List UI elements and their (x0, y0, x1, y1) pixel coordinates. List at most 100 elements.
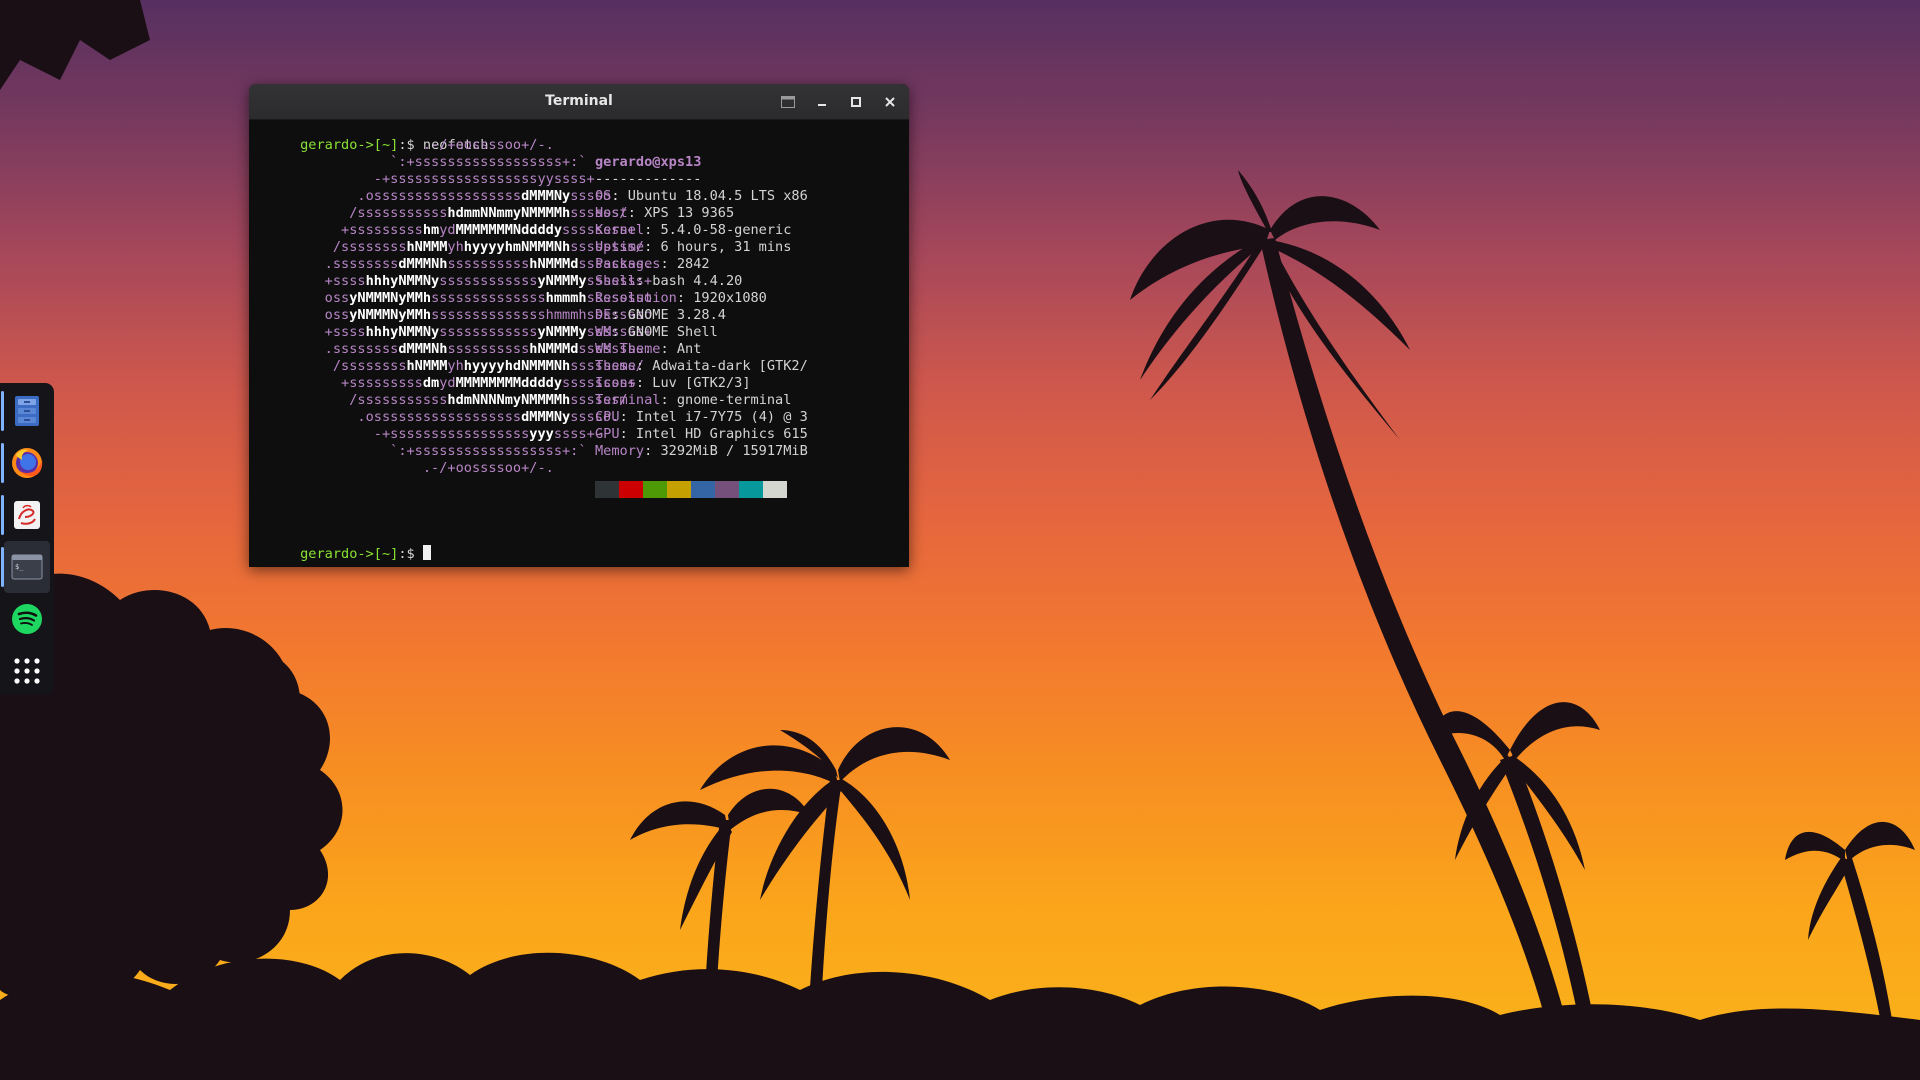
info-label: Icons (595, 375, 636, 391)
ascii-segment: yNMMMNyMMh (349, 290, 432, 306)
info-label: Terminal (595, 392, 661, 408)
color-swatch (691, 481, 715, 498)
ascii-segment: -+sssssssssssssssss (251, 426, 530, 442)
minimize-button[interactable] (814, 94, 830, 110)
info-label: Theme (595, 358, 636, 374)
ascii-line: +sssshhhyNMMNyssssssssssssyNMMMysssssss+ (251, 273, 652, 290)
info-value: : 1920x1080 (676, 290, 767, 306)
ascii-segment: -+ssssssssssssssssssyyssss+- (251, 171, 603, 187)
ascii-segment: yh (447, 239, 464, 255)
ascii-line: ossyNMMMNyMMhsssssssssssssshmmmhssssssso (251, 307, 652, 324)
ascii-segment: MMMMMMMMddddy (455, 375, 563, 391)
ascii-segment: ssssssssss (447, 256, 530, 272)
info-label: Uptime (595, 239, 645, 255)
info-label: WM Theme (595, 341, 661, 357)
ascii-segment: ssssssssssss (439, 324, 538, 340)
info-label: Host (595, 205, 628, 221)
info-row: Theme: Adwaita-dark [GTK2/ (595, 358, 808, 375)
ascii-line: /ssssssssssshdmmNNmmyNMMMMhssssss/ (251, 205, 627, 222)
ascii-segment: .-/+oossssoo+/-. (251, 137, 554, 153)
ascii-segment: yh (447, 358, 464, 374)
ascii-line: +ssssssssshmydMMMMMMMNddddyssssssss+ (251, 222, 636, 239)
new-tab-button[interactable] (780, 94, 796, 110)
terminal-icon: $_ (11, 554, 43, 580)
ascii-line: `:+ssssssssssssssssss+:` (251, 443, 586, 460)
ascii-line: -+ssssssssssssssssssyyssss+- (251, 171, 603, 188)
ascii-segment: MMMMMMMNddddy (455, 222, 563, 238)
color-swatch (595, 481, 619, 498)
window-titlebar[interactable]: Terminal (249, 84, 909, 120)
dock-item-terminal[interactable]: $_ (1, 541, 50, 593)
dock-item-show-applications[interactable] (0, 645, 54, 697)
color-swatch (739, 481, 763, 498)
info-label: Shell (595, 273, 636, 289)
info-row: Host: XPS 13 9365 (595, 205, 734, 222)
prompt-arrow: -> (357, 546, 374, 562)
ascii-segment: hNMMM (406, 239, 448, 255)
color-swatch (667, 481, 691, 498)
ascii-segment: ssssssssssssss (431, 290, 546, 306)
info-row: CPU: Intel i7-7Y75 (4) @ 3 (595, 409, 808, 426)
info-row: Packages: 2842 (595, 256, 710, 273)
dock-item-spotify[interactable] (0, 593, 54, 645)
info-label: Memory (595, 443, 645, 459)
info-value: : Adwaita-dark [GTK2/ (635, 358, 808, 374)
terminal-output[interactable]: gerardo->[~]:$ neofetch .-/+oossssoo+/-.… (249, 120, 909, 567)
info-row: WM Theme: Ant (595, 341, 701, 358)
ascii-segment: +ssss (251, 324, 366, 340)
ascii-segment: .ssssssss (251, 256, 399, 272)
terminal-window[interactable]: Terminal gerardo->[~]:$ neofetch .-/+oos… (249, 84, 909, 567)
ascii-segment: hdmmNNmmyNMMMMh (447, 205, 571, 221)
files-icon (15, 396, 39, 426)
info-value: : GNOME Shell (611, 324, 718, 340)
dock-item-firefox[interactable] (0, 437, 54, 489)
info-value: : gnome-terminal (660, 392, 792, 408)
info-label: DE (595, 307, 612, 323)
prompt-line[interactable]: gerardo->[~]:$ (251, 528, 431, 562)
info-value: : 3292MiB / 15917MiB (644, 443, 808, 459)
info-row: Terminal: gnome-terminal (595, 392, 791, 409)
info-row: Kernel: 5.4.0-58-generic (595, 222, 791, 239)
info-label: Packages (595, 256, 661, 272)
spotify-icon (12, 604, 42, 634)
ascii-segment: hm (422, 222, 440, 238)
ascii-line: .ssssssssdMMMNhsssssssssshNMMMdssssssss. (251, 341, 652, 358)
ascii-segment: hyyyyhmNMMMNh (463, 239, 571, 255)
dock-item-document-viewer[interactable] (0, 489, 54, 541)
info-row: OS: Ubuntu 18.04.5 LTS x86 (595, 188, 808, 205)
show-apps-icon (14, 658, 40, 684)
ascii-segment: oss (251, 290, 350, 306)
info-value: : GNOME 3.28.4 (611, 307, 726, 323)
ascii-segment: yd (439, 222, 456, 238)
info-row: Memory: 3292MiB / 15917MiB (595, 443, 808, 460)
close-icon (885, 97, 895, 107)
close-button[interactable] (882, 94, 898, 110)
ascii-segment: hNMMMd (529, 341, 579, 357)
info-label: OS (595, 188, 612, 204)
ascii-segment: dMMMNy (521, 188, 571, 204)
dock: $_ (0, 383, 54, 695)
ascii-segment: .ossssssssssssssssss (251, 188, 522, 204)
minimize-icon (818, 104, 826, 106)
ascii-segment: dMMMNy (521, 409, 571, 425)
ascii-line: .ossssssssssssssssssdMMMNysssso. (251, 409, 619, 426)
ascii-segment: ssssssssss (447, 341, 530, 357)
ascii-segment: /ssssssss (251, 358, 407, 374)
tab-icon (781, 96, 795, 108)
info-row: WM: GNOME Shell (595, 324, 718, 341)
prompt-symbol: :$ (398, 546, 423, 562)
color-swatch (763, 481, 787, 498)
dock-item-files[interactable] (0, 385, 54, 437)
info-value: : Ubuntu 18.04.5 LTS x86 (611, 188, 808, 204)
ascii-segment: hmmmh (545, 290, 587, 306)
info-row: Resolution: 1920x1080 (595, 290, 767, 307)
ascii-segment: yNMMMNyMMh (349, 307, 432, 323)
color-swatch (619, 481, 643, 498)
info-label: Resolution (595, 290, 677, 306)
color-swatch (715, 481, 739, 498)
ascii-segment: .ssssssss (251, 341, 399, 357)
ascii-segment: /sssssssssss (251, 205, 448, 221)
maximize-button[interactable] (848, 94, 864, 110)
info-separator: ------------- (595, 171, 702, 187)
ascii-line: ossyNMMMNyMMhsssssssssssssshmmmhssssssso (251, 290, 652, 307)
